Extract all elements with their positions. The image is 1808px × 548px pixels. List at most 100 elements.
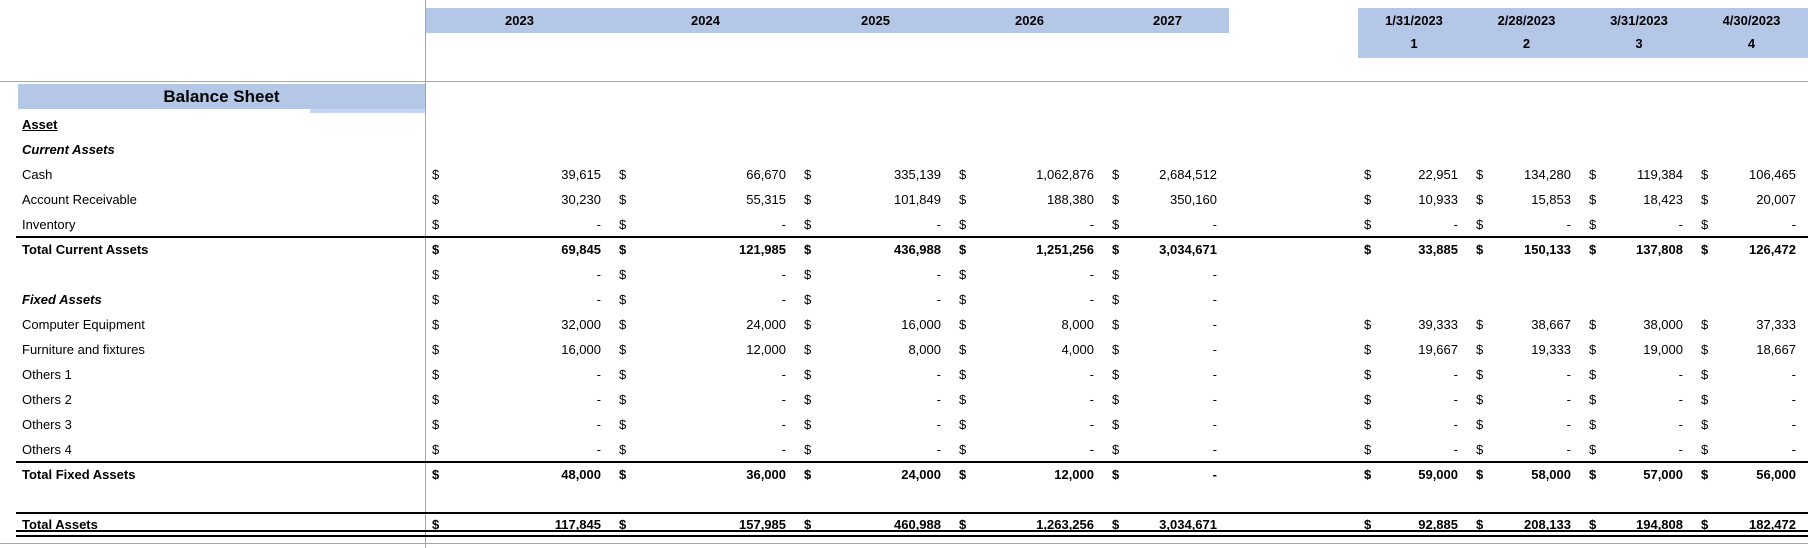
cell-others-3-m2[interactable]: $ - bbox=[1470, 412, 1583, 437]
cell-others-3-2025[interactable]: $ - bbox=[798, 412, 953, 437]
cell-cash-2025[interactable]: $335,139 bbox=[798, 162, 953, 187]
cell-cash-m2[interactable]: $134,280 bbox=[1470, 162, 1583, 187]
cell-current-assets-m2[interactable] bbox=[1470, 137, 1583, 162]
cell-cash-2024[interactable]: $66,670 bbox=[613, 162, 798, 187]
cell-total-fixed-assets-m4[interactable]: $56,000 bbox=[1695, 462, 1808, 487]
cell-others-2-2026[interactable]: $ - bbox=[953, 387, 1106, 412]
cell-furniture-and-fixtures-2025[interactable]: $8,000 bbox=[798, 337, 953, 362]
cell-total-fixed-assets-2023[interactable]: $48,000 bbox=[426, 462, 613, 487]
cell-inventory-m1[interactable]: $ - bbox=[1358, 212, 1470, 237]
cell-others-3-2026[interactable]: $ - bbox=[953, 412, 1106, 437]
cell-account-receivable-m2[interactable]: $15,853 bbox=[1470, 187, 1583, 212]
cell-blank-2-m2[interactable] bbox=[1470, 487, 1583, 512]
cell-inventory-m4[interactable]: $ - bbox=[1695, 212, 1808, 237]
cell-furniture-and-fixtures-m1[interactable]: $19,667 bbox=[1358, 337, 1470, 362]
cell-others-1-2026[interactable]: $ - bbox=[953, 362, 1106, 387]
cell-account-receivable-2025[interactable]: $101,849 bbox=[798, 187, 953, 212]
cell-blank-2-2023[interactable] bbox=[426, 487, 613, 512]
cell-inventory-2025[interactable]: $ - bbox=[798, 212, 953, 237]
cell-fixed-assets-2024[interactable]: $ - bbox=[613, 287, 798, 312]
cell-others-3-2023[interactable]: $ - bbox=[426, 412, 613, 437]
row-label-total-assets[interactable]: Total Assets bbox=[0, 512, 426, 537]
cell-others-1-m4[interactable]: $ - bbox=[1695, 362, 1808, 387]
row-label-others-4[interactable]: Others 4 bbox=[0, 437, 426, 462]
cell-blank-1-2027[interactable]: $ - bbox=[1106, 262, 1229, 287]
cell-total-fixed-assets-m3[interactable]: $57,000 bbox=[1583, 462, 1695, 487]
cell-blank-1-m3[interactable] bbox=[1583, 262, 1695, 287]
cell-others-3-2024[interactable]: $ - bbox=[613, 412, 798, 437]
row-label-inventory[interactable]: Inventory bbox=[0, 212, 426, 237]
cell-furniture-and-fixtures-m2[interactable]: $19,333 bbox=[1470, 337, 1583, 362]
cell-asset-2026[interactable] bbox=[953, 112, 1106, 137]
cell-blank-1-2026[interactable]: $ - bbox=[953, 262, 1106, 287]
cell-blank-2-2027[interactable] bbox=[1106, 487, 1229, 512]
cell-fixed-assets-2026[interactable]: $ - bbox=[953, 287, 1106, 312]
cell-others-1-2025[interactable]: $ - bbox=[798, 362, 953, 387]
cell-others-3-m1[interactable]: $ - bbox=[1358, 412, 1470, 437]
cell-fixed-assets-2025[interactable]: $ - bbox=[798, 287, 953, 312]
cell-cash-m3[interactable]: $119,384 bbox=[1583, 162, 1695, 187]
row-label-total-fixed-assets[interactable]: Total Fixed Assets bbox=[0, 462, 426, 487]
cell-inventory-m3[interactable]: $ - bbox=[1583, 212, 1695, 237]
cell-others-2-m3[interactable]: $ - bbox=[1583, 387, 1695, 412]
cell-account-receivable-m3[interactable]: $18,423 bbox=[1583, 187, 1695, 212]
cell-current-assets-2025[interactable] bbox=[798, 137, 953, 162]
row-label-others-3[interactable]: Others 3 bbox=[0, 412, 426, 437]
cell-total-current-assets-2024[interactable]: $121,985 bbox=[613, 237, 798, 262]
cell-asset-m1[interactable] bbox=[1358, 112, 1470, 137]
cell-furniture-and-fixtures-m3[interactable]: $19,000 bbox=[1583, 337, 1695, 362]
cell-others-3-m4[interactable]: $ - bbox=[1695, 412, 1808, 437]
cell-total-current-assets-2026[interactable]: $1,251,256 bbox=[953, 237, 1106, 262]
cell-current-assets-m3[interactable] bbox=[1583, 137, 1695, 162]
cell-computer-equipment-2027[interactable]: $ - bbox=[1106, 312, 1229, 337]
cell-furniture-and-fixtures-2026[interactable]: $4,000 bbox=[953, 337, 1106, 362]
cell-others-4-2023[interactable]: $ - bbox=[426, 437, 613, 462]
cell-asset-2023[interactable] bbox=[426, 112, 613, 137]
cell-asset-2025[interactable] bbox=[798, 112, 953, 137]
cell-inventory-2027[interactable]: $ - bbox=[1106, 212, 1229, 237]
cell-total-assets-m1[interactable]: $92,885 bbox=[1358, 512, 1470, 537]
cell-inventory-2026[interactable]: $ - bbox=[953, 212, 1106, 237]
cell-account-receivable-2023[interactable]: $30,230 bbox=[426, 187, 613, 212]
cell-total-current-assets-2027[interactable]: $3,034,671 bbox=[1106, 237, 1229, 262]
year-column-header[interactable]: 2026 bbox=[953, 8, 1106, 33]
cell-blank-1-2023[interactable]: $ - bbox=[426, 262, 613, 287]
cell-fixed-assets-2027[interactable]: $ - bbox=[1106, 287, 1229, 312]
cell-current-assets-2027[interactable] bbox=[1106, 137, 1229, 162]
year-column-header[interactable]: 2024 bbox=[613, 8, 798, 33]
cell-blank-2-m3[interactable] bbox=[1583, 487, 1695, 512]
cell-total-current-assets-m1[interactable]: $33,885 bbox=[1358, 237, 1470, 262]
cell-others-1-m2[interactable]: $ - bbox=[1470, 362, 1583, 387]
cell-total-current-assets-m2[interactable]: $150,133 bbox=[1470, 237, 1583, 262]
row-label-fixed-assets[interactable]: Fixed Assets bbox=[0, 287, 426, 312]
cell-others-4-2026[interactable]: $ - bbox=[953, 437, 1106, 462]
cell-computer-equipment-2023[interactable]: $32,000 bbox=[426, 312, 613, 337]
cell-computer-equipment-m2[interactable]: $38,667 bbox=[1470, 312, 1583, 337]
cell-account-receivable-m1[interactable]: $10,933 bbox=[1358, 187, 1470, 212]
row-label-others-2[interactable]: Others 2 bbox=[0, 387, 426, 412]
cell-total-assets-2024[interactable]: $157,985 bbox=[613, 512, 798, 537]
cell-account-receivable-2027[interactable]: $350,160 bbox=[1106, 187, 1229, 212]
month-column-header[interactable]: 4/30/2023 4 bbox=[1695, 8, 1808, 58]
cell-computer-equipment-2026[interactable]: $8,000 bbox=[953, 312, 1106, 337]
cell-cash-2027[interactable]: $2,684,512 bbox=[1106, 162, 1229, 187]
cell-computer-equipment-2024[interactable]: $24,000 bbox=[613, 312, 798, 337]
cell-computer-equipment-m1[interactable]: $39,333 bbox=[1358, 312, 1470, 337]
cell-fixed-assets-2023[interactable]: $ - bbox=[426, 287, 613, 312]
cell-total-current-assets-2025[interactable]: $436,988 bbox=[798, 237, 953, 262]
cell-total-assets-m4[interactable]: $182,472 bbox=[1695, 512, 1808, 537]
cell-total-fixed-assets-2025[interactable]: $24,000 bbox=[798, 462, 953, 487]
cell-others-2-m2[interactable]: $ - bbox=[1470, 387, 1583, 412]
cell-total-assets-2025[interactable]: $460,988 bbox=[798, 512, 953, 537]
cell-asset-m3[interactable] bbox=[1583, 112, 1695, 137]
cell-cash-2026[interactable]: $1,062,876 bbox=[953, 162, 1106, 187]
cell-others-2-2023[interactable]: $ - bbox=[426, 387, 613, 412]
cell-current-assets-m4[interactable] bbox=[1695, 137, 1808, 162]
cell-cash-m4[interactable]: $106,465 bbox=[1695, 162, 1808, 187]
cell-furniture-and-fixtures-2027[interactable]: $ - bbox=[1106, 337, 1229, 362]
cell-others-2-m1[interactable]: $ - bbox=[1358, 387, 1470, 412]
cell-inventory-2024[interactable]: $ - bbox=[613, 212, 798, 237]
cell-total-fixed-assets-m2[interactable]: $58,000 bbox=[1470, 462, 1583, 487]
year-column-header[interactable]: 2023 bbox=[426, 8, 613, 33]
row-label-furniture-and-fixtures[interactable]: Furniture and fixtures bbox=[0, 337, 426, 362]
